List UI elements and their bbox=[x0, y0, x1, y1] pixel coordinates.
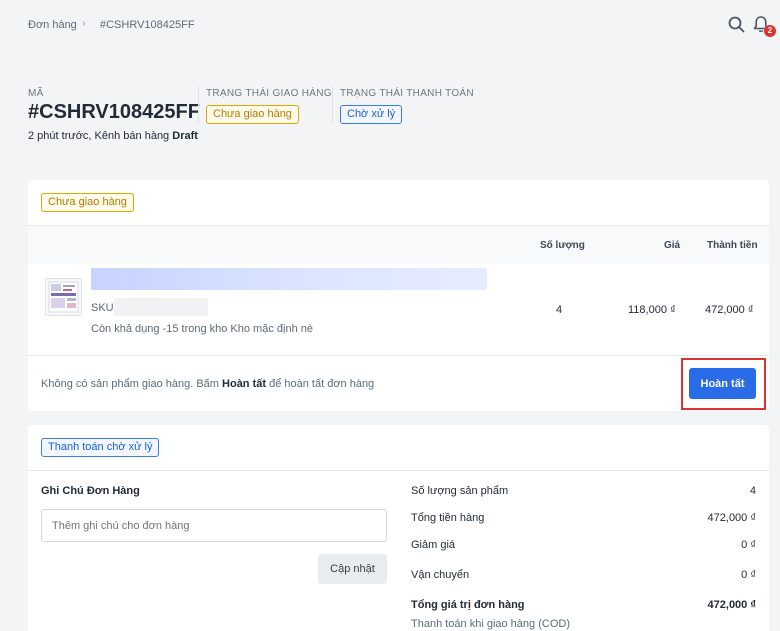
product-thumbnail bbox=[45, 278, 82, 316]
table-header bbox=[28, 226, 769, 264]
summary-subtotal-label: Tổng tiền hàng bbox=[411, 512, 485, 524]
divider bbox=[28, 470, 769, 471]
breadcrumb-current: #CSHRV108425FF bbox=[100, 19, 195, 31]
summary-subtotal-value: 472,000 ₫ bbox=[707, 512, 756, 524]
order-code: #CSHRV108425FF bbox=[28, 101, 200, 123]
shipping-status-label: TRẠNG THÁI GIAO HÀNG bbox=[206, 88, 332, 99]
payment-status-badge: Chờ xử lý bbox=[340, 105, 403, 124]
payment-status-label: TRẠNG THÁI THANH TOÁN bbox=[340, 88, 474, 99]
item-qty: 4 bbox=[556, 304, 563, 316]
search-icon[interactable] bbox=[728, 16, 745, 33]
order-note-title: Ghi Chú Đơn Hàng bbox=[41, 485, 140, 497]
column-price: Giá bbox=[664, 240, 681, 251]
fulfillment-footer-text: Không có sản phẩm giao hàng. Bấm Hoàn tấ… bbox=[41, 378, 374, 390]
fulfillment-status-badge: Chưa giao hàng bbox=[41, 193, 134, 212]
payment-status-tag: Thanh toán chờ xử lý bbox=[41, 438, 160, 457]
shipping-status-badge: Chưa giao hàng bbox=[206, 105, 299, 124]
order-code-label: MÃ bbox=[28, 88, 44, 99]
order-meta: 2 phút trước, Kênh bán hàng Draft bbox=[28, 130, 198, 142]
summary-qty-label: Số lượng sản phẩm bbox=[411, 485, 509, 497]
summary-cod-label: Thanh toán khi giao hàng (COD) bbox=[411, 618, 570, 630]
summary-shipping-value: 0 ₫ bbox=[741, 569, 756, 581]
notification-badge: 2 bbox=[764, 25, 776, 37]
availability-text: Còn khả dụng -15 trong kho Kho mặc định … bbox=[91, 323, 313, 335]
update-note-button[interactable]: Cập nhật bbox=[318, 554, 387, 584]
column-total: Thành tiền bbox=[707, 240, 758, 251]
fulfillment-card bbox=[28, 180, 769, 411]
column-qty: Số lượng bbox=[540, 240, 585, 251]
order-channel: Draft bbox=[172, 130, 198, 142]
order-time-channel: 2 phút trước, Kênh bán hàng bbox=[28, 130, 170, 142]
header-divider bbox=[198, 86, 199, 124]
product-name-redacted[interactable] bbox=[91, 268, 487, 290]
summary-grand-total-label: Tổng giá trị đơn hàng bbox=[411, 599, 525, 611]
breadcrumb-separator: › bbox=[82, 18, 86, 30]
item-total: 472,000 ₫ bbox=[705, 304, 754, 316]
header-divider bbox=[332, 86, 333, 124]
summary-grand-total-value: 472,000 ₫ bbox=[707, 599, 756, 611]
summary-qty-value: 4 bbox=[749, 485, 756, 497]
summary-shipping-label: Vận chuyển bbox=[411, 569, 470, 581]
item-price: 118,000 ₫ bbox=[628, 304, 676, 316]
breadcrumb-orders-link[interactable]: Đơn hàng bbox=[28, 19, 77, 31]
footer-text-prefix: Không có sản phẩm giao hàng. Bấm bbox=[41, 378, 219, 390]
sku-value-redacted bbox=[114, 298, 208, 316]
order-note-input[interactable] bbox=[41, 509, 387, 542]
summary-discount-value: 0 ₫ bbox=[741, 539, 756, 551]
footer-text-bold: Hoàn tất bbox=[222, 378, 267, 390]
sku-label: SKU bbox=[91, 302, 114, 314]
complete-button[interactable]: Hoàn tất bbox=[689, 368, 756, 399]
footer-text-suffix: để hoàn tất đơn hàng bbox=[269, 378, 375, 390]
divider bbox=[28, 355, 769, 356]
summary-discount-label: Giảm giá bbox=[411, 539, 456, 551]
